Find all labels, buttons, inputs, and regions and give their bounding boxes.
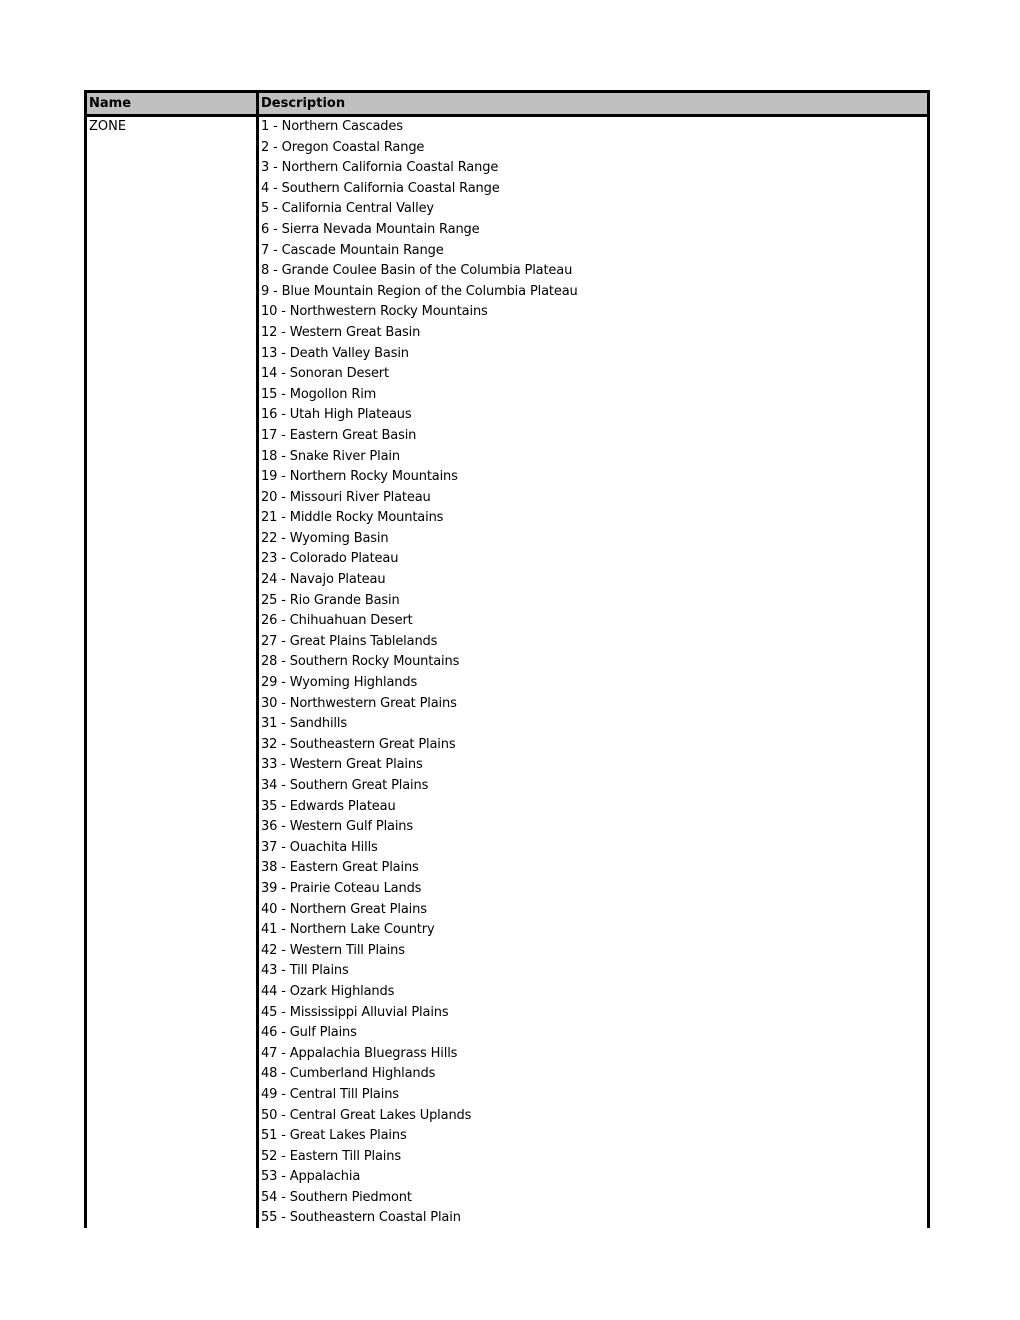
description-item: 2 - Oregon Coastal Range — [261, 139, 425, 155]
description-item: 53 - Appalachia — [261, 1169, 361, 1185]
description-item: 51 - Great Lakes Plains — [261, 1128, 407, 1144]
description-item: 15 - Mogollon Rim — [261, 386, 377, 402]
description-item: 31 - Sandhills — [261, 716, 347, 732]
description-item: 9 - Blue Mountain Region of the Columbia… — [261, 283, 578, 299]
table-row: ZONE 1 - Northern Cascades 2 - Oregon Coa… — [84, 117, 930, 1228]
column-header-description: Description — [256, 93, 927, 114]
description-item: 4 - Southern California Coastal Range — [261, 180, 500, 196]
description-item: 37 - Ouachita Hills — [261, 839, 378, 855]
description-item: 46 - Gulf Plains — [261, 1025, 357, 1041]
description-item: 40 - Northern Great Plains — [261, 901, 427, 917]
description-item: 27 - Great Plains Tablelands — [261, 633, 438, 649]
description-item: 33 - Western Great Plains — [261, 757, 423, 773]
description-item: 52 - Eastern Till Plains — [261, 1148, 401, 1164]
description-item: 23 - Colorado Plateau — [261, 551, 399, 567]
description-item: 10 - Northwestern Rocky Mountains — [261, 304, 488, 320]
description-item: 42 - Western Till Plains — [261, 942, 405, 958]
description-item: 54 - Southern Piedmont — [261, 1189, 412, 1205]
column-header-name: Name — [89, 96, 132, 111]
description-item: 14 - Sonoran Desert — [261, 366, 389, 382]
description-item: 44 - Ozark Highlands — [261, 983, 395, 999]
description-item: 21 - Middle Rocky Mountains — [261, 510, 444, 526]
description-item: 30 - Northwestern Great Plains — [261, 695, 457, 711]
description-item: 48 - Cumberland Highlands — [261, 1066, 436, 1082]
description-item: 22 - Wyoming Basin — [261, 530, 389, 546]
description-item: 18 - Snake River Plain — [261, 448, 400, 464]
description-item: 50 - Central Great Lakes Uplands — [261, 1107, 472, 1123]
description-cell: 1 - Northern Cascades 2 - Oregon Coastal … — [256, 117, 927, 1228]
description-item: 6 - Sierra Nevada Mountain Range — [261, 221, 480, 237]
description-item: 5 - California Central Valley — [261, 201, 434, 217]
description-item: 34 - Southern Great Plains — [261, 778, 429, 793]
description-item: 17 - Eastern Great Basin — [261, 427, 417, 443]
description-item: 41 - Northern Lake Country — [261, 922, 435, 938]
description-item: 28 - Southern Rocky Mountains — [261, 654, 460, 670]
table-header-row: Name Description — [84, 90, 930, 117]
description-item: 8 - Grande Coulee Basin of the Columbia … — [261, 263, 573, 279]
description-item: 13 - Death Valley Basin — [261, 345, 409, 361]
description-item: 1 - Northern Cascades — [261, 119, 403, 134]
description-item: 7 - Cascade Mountain Range — [261, 242, 444, 258]
description-item: 12 - Western Great Basin — [261, 324, 421, 340]
description-item: 45 - Mississippi Alluvial Plains — [261, 1004, 449, 1020]
description-item: 26 - Chihuahuan Desert — [261, 613, 413, 629]
name-cell: ZONE — [89, 119, 127, 134]
description-item: 43 - Till Plains — [261, 963, 349, 979]
description-item: 32 - Southeastern Great Plains — [261, 736, 456, 752]
zone-description-table: Name Description ZONE 1 - Northern Casca… — [84, 90, 930, 1228]
description-item: 29 - Wyoming Highlands — [261, 675, 418, 691]
description-item: 19 - Northern Rocky Mountains — [261, 469, 458, 485]
description-item: 38 - Eastern Great Plains — [261, 860, 419, 876]
description-item: 36 - Western Gulf Plains — [261, 819, 414, 835]
description-item: 35 - Edwards Plateau — [261, 798, 396, 814]
description-item: 25 - Rio Grande Basin — [261, 592, 400, 608]
description-item: 16 - Utah High Plateaus — [261, 407, 412, 423]
description-item: 24 - Navajo Plateau — [261, 572, 386, 588]
description-list: 1 - Northern Cascades 2 - Oregon Coastal … — [261, 117, 927, 1229]
description-item: 39 - Prairie Coteau Lands — [261, 880, 422, 896]
description-item: 20 - Missouri River Plateau — [261, 489, 431, 505]
description-item: 49 - Central Till Plains — [261, 1086, 399, 1102]
description-item: 3 - Northern California Coastal Range — [261, 160, 499, 176]
description-item: 47 - Appalachia Bluegrass Hills — [261, 1045, 458, 1061]
description-item: 55 - Southeastern Coastal Plain — [261, 1210, 461, 1226]
